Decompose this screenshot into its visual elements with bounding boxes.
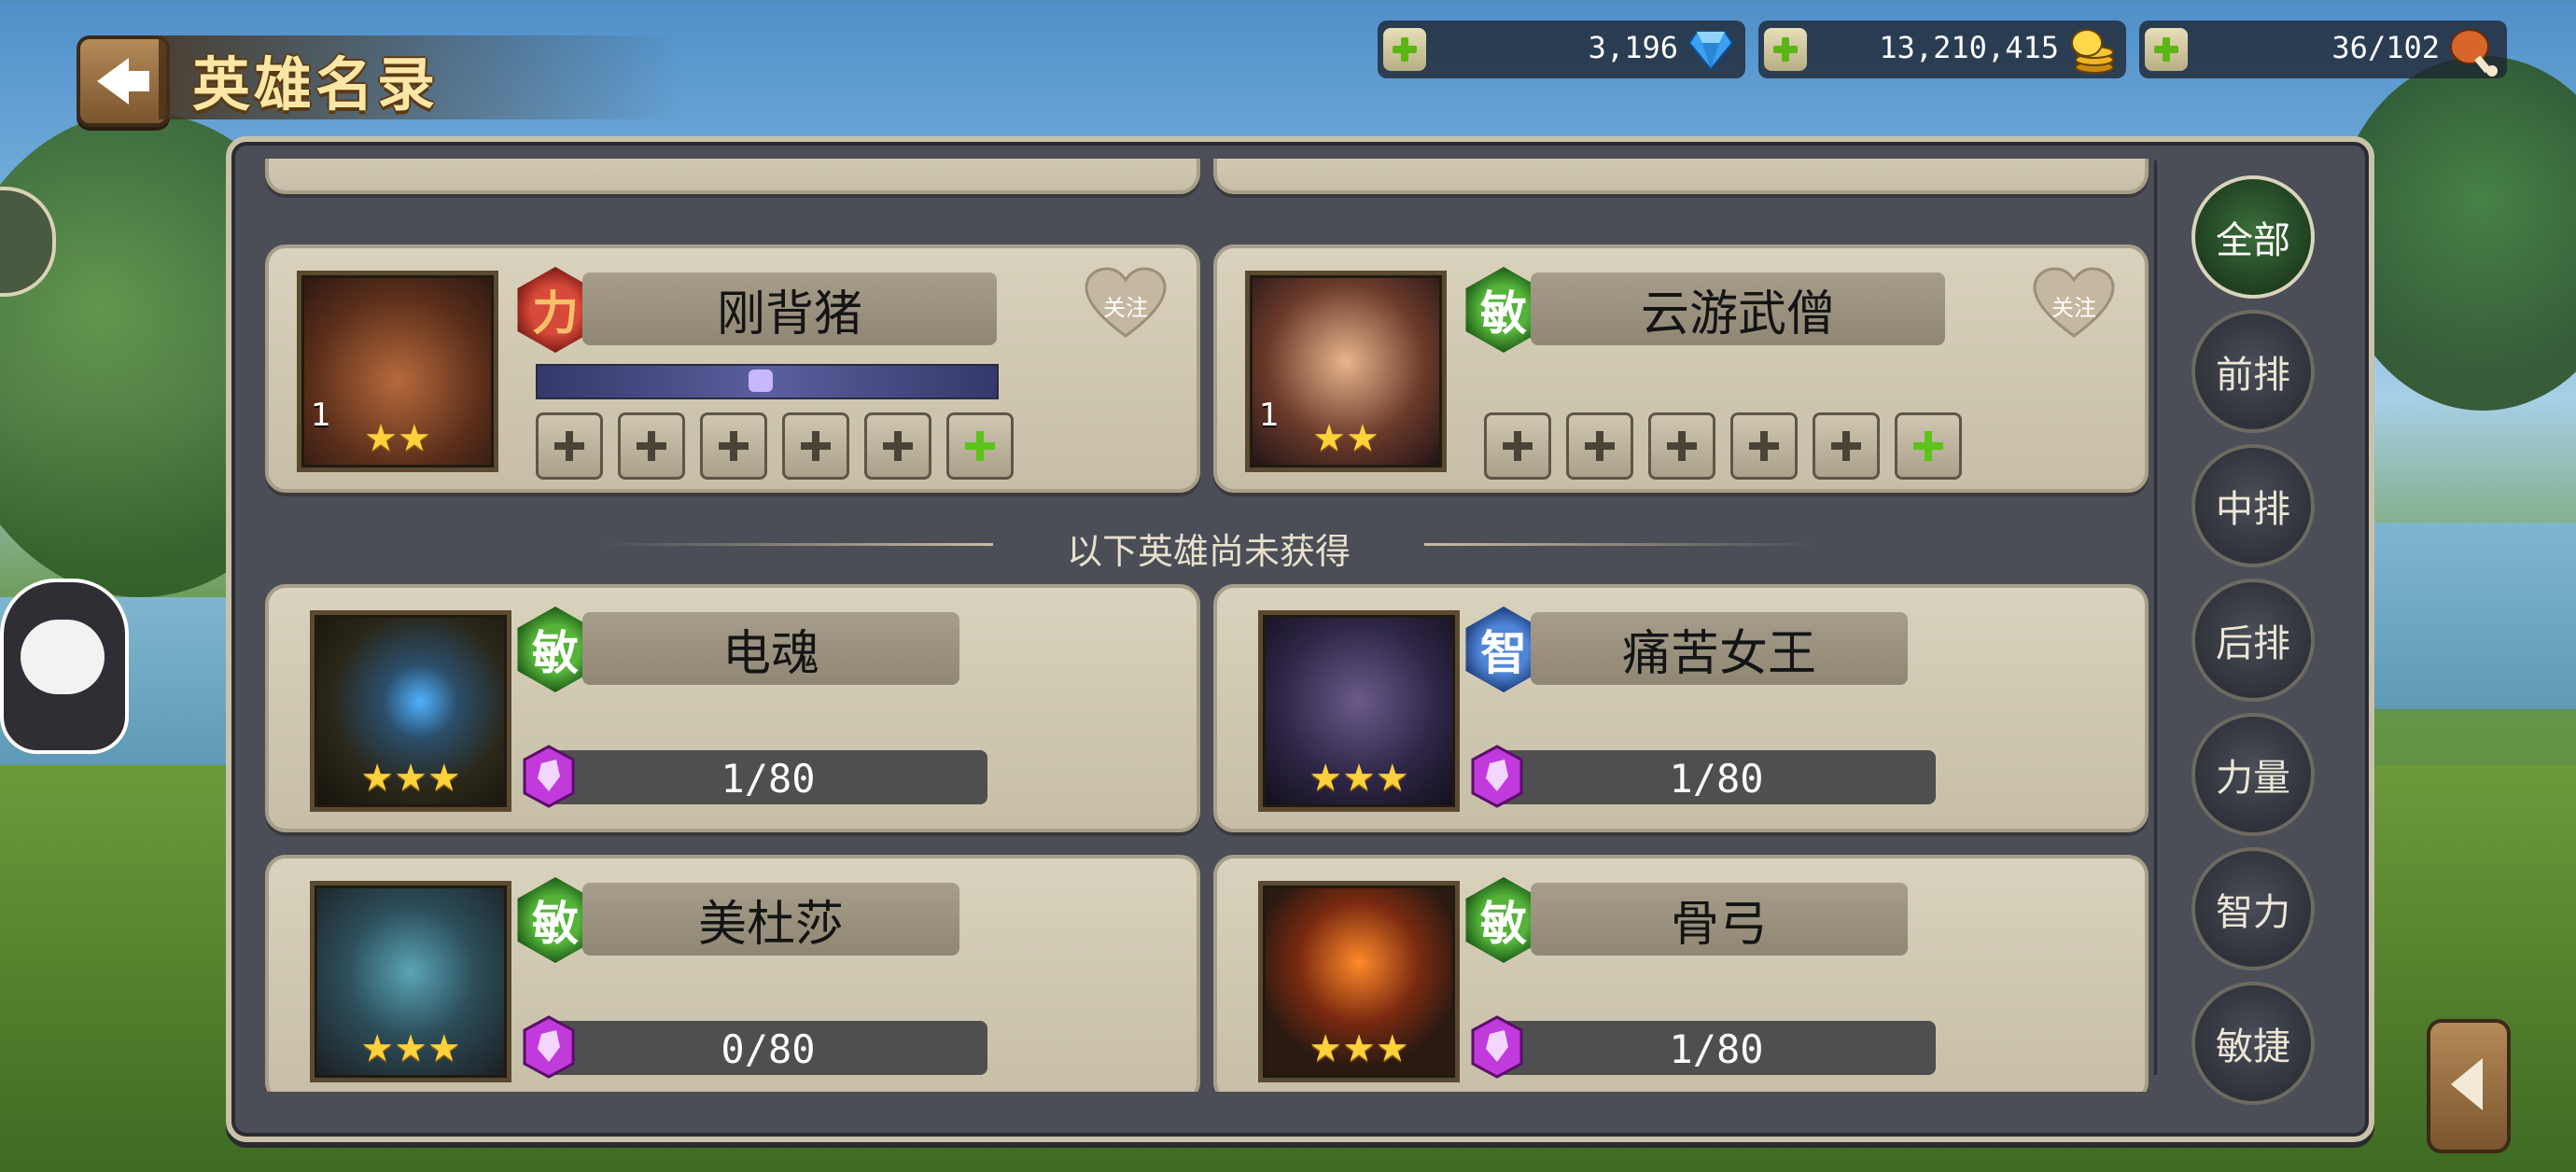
hero-portrait[interactable]: ★★★ xyxy=(1258,881,1460,1082)
hero-card-unowned[interactable]: ★★★ 智 痛苦女王 1/80 xyxy=(1213,584,2149,832)
bond-progress-bar xyxy=(536,364,999,399)
equipment-slot-plus-icon[interactable] xyxy=(1730,412,1798,480)
background-sea xyxy=(2352,523,2576,709)
equipment-slot-plus-icon[interactable] xyxy=(1813,412,1880,480)
hero-name: 云游武僧 xyxy=(1531,272,1945,345)
soul-shard-icon xyxy=(1471,745,1523,808)
add-gold-button[interactable] xyxy=(1764,28,1807,71)
chevron-left-icon xyxy=(2451,1058,2483,1110)
back-button[interactable] xyxy=(77,35,170,127)
hero-name: 痛苦女王 xyxy=(1531,612,1908,685)
soul-shard-icon xyxy=(523,1015,575,1079)
shard-count: 0/80 xyxy=(721,1026,816,1072)
filter-intelligence-button[interactable]: 智力 xyxy=(2191,847,2315,970)
equipment-slot-plus-icon[interactable] xyxy=(618,412,685,480)
filter-front-row-button[interactable]: 前排 xyxy=(2191,310,2315,433)
equipment-slot-available-plus-icon[interactable] xyxy=(946,412,1014,480)
equipment-slot-available-plus-icon[interactable] xyxy=(1895,412,1962,480)
filter-middle-row-button[interactable]: 中排 xyxy=(2191,444,2315,567)
shard-count: 1/80 xyxy=(721,756,816,802)
equipment-slot-plus-icon[interactable] xyxy=(1566,412,1633,480)
hero-stars: ★★★ xyxy=(360,1027,461,1070)
equipment-slot-plus-icon[interactable] xyxy=(782,412,849,480)
hero-name: 骨弓 xyxy=(1531,883,1908,956)
expand-side-menu-button[interactable] xyxy=(2427,1019,2511,1153)
equipment-slot-plus-icon[interactable] xyxy=(700,412,767,480)
hero-stars: ★★★ xyxy=(360,757,461,800)
unowned-divider: 以下英雄尚未获得 xyxy=(601,515,1816,572)
filter-back-row-button[interactable]: 后排 xyxy=(2191,579,2315,702)
shard-progress-bar: 0/80 xyxy=(549,1021,987,1075)
filter-agility-button[interactable]: 敏捷 xyxy=(2191,982,2315,1105)
shard-count: 1/80 xyxy=(1669,756,1764,802)
hero-card-partial xyxy=(1213,159,2149,194)
shard-progress-bar: 1/80 xyxy=(1497,750,1936,804)
hero-portrait[interactable]: ★★★ xyxy=(310,881,511,1082)
hero-portrait[interactable]: 1 ★★ xyxy=(1245,271,1447,472)
diamond-icon xyxy=(1687,31,1734,71)
equipment-slot-plus-icon[interactable] xyxy=(864,412,931,480)
soul-shard-icon xyxy=(523,745,575,808)
filter-strength-button[interactable]: 力量 xyxy=(2191,713,2315,836)
add-stamina-button[interactable] xyxy=(2145,28,2188,71)
hero-portrait[interactable]: ★★★ xyxy=(1258,610,1460,812)
back-arrow-icon xyxy=(97,58,129,105)
hero-card-unowned[interactable]: ★★★ 敏 骨弓 1/80 xyxy=(1213,855,2149,1092)
equipment-slots xyxy=(1484,412,1962,480)
hero-stars: ★★ xyxy=(1312,417,1379,460)
list-scrollbar[interactable] xyxy=(2154,160,2157,1075)
hero-name: 美杜莎 xyxy=(582,883,959,956)
hero-stars: ★★★ xyxy=(1309,757,1409,800)
hero-card-owned[interactable]: 1 ★★ 敏 云游武僧 关注 xyxy=(1213,244,2149,493)
hero-card-unowned[interactable]: ★★★ 敏 电魂 1/80 xyxy=(265,584,1200,832)
follow-heart-button[interactable]: 关注 xyxy=(2031,267,2117,342)
mascot-cat-icon[interactable] xyxy=(0,579,129,754)
hero-name: 刚背猪 xyxy=(582,272,997,345)
hero-stars: ★★ xyxy=(364,417,431,460)
hero-card-unowned[interactable]: ★★★ 敏 美杜莎 0/80 xyxy=(265,855,1200,1092)
shard-progress-bar: 1/80 xyxy=(549,750,987,804)
gold-coin-icon xyxy=(2071,29,2114,74)
hero-stars: ★★★ xyxy=(1309,1027,1409,1070)
shard-progress-bar: 1/80 xyxy=(1497,1021,1936,1075)
hero-list[interactable]: 1 ★★ 力 刚背猪 关注 1 ★★ 敏 云游武僧 关注 以下英雄尚未获得 ★★… xyxy=(265,159,2152,1092)
hero-portrait[interactable]: 1 ★★ xyxy=(297,271,498,472)
filter-all-button[interactable]: 全部 xyxy=(2191,175,2315,299)
gold-count: 13,210,415 xyxy=(1879,30,2059,65)
hero-portrait[interactable]: ★★★ xyxy=(310,610,511,812)
shard-count: 1/80 xyxy=(1669,1026,1764,1072)
stamina-resource: 36/102 xyxy=(2139,21,2507,78)
hero-card-partial xyxy=(265,159,1200,194)
soul-shard-icon xyxy=(1471,1015,1523,1079)
diamond-count: 3,196 xyxy=(1588,30,1678,65)
diamond-resource: 3,196 xyxy=(1378,21,1745,78)
lock-icon xyxy=(749,370,773,392)
add-diamond-button[interactable] xyxy=(1383,28,1426,71)
hero-catalog-panel: 1 ★★ 力 刚背猪 关注 1 ★★ 敏 云游武僧 关注 以下英雄尚未获得 ★★… xyxy=(226,136,2374,1142)
divider-label: 以下英雄尚未获得 xyxy=(1066,531,1351,572)
equipment-slot-plus-icon[interactable] xyxy=(536,412,603,480)
follow-label: 关注 xyxy=(1103,295,1148,321)
hero-name: 电魂 xyxy=(582,612,959,685)
gold-resource: 13,210,415 xyxy=(1758,21,2126,78)
equipment-slots xyxy=(536,412,1014,480)
follow-label: 关注 xyxy=(2051,295,2096,321)
equipment-slot-plus-icon[interactable] xyxy=(1484,412,1551,480)
hero-card-owned[interactable]: 1 ★★ 力 刚背猪 关注 xyxy=(265,244,1200,493)
stamina-count: 36/102 xyxy=(2331,30,2440,65)
equipment-slot-plus-icon[interactable] xyxy=(1648,412,1715,480)
page-title: 英雄名录 xyxy=(192,50,440,119)
follow-heart-button[interactable]: 关注 xyxy=(1083,267,1169,342)
meat-drumstick-icon xyxy=(2450,29,2498,77)
